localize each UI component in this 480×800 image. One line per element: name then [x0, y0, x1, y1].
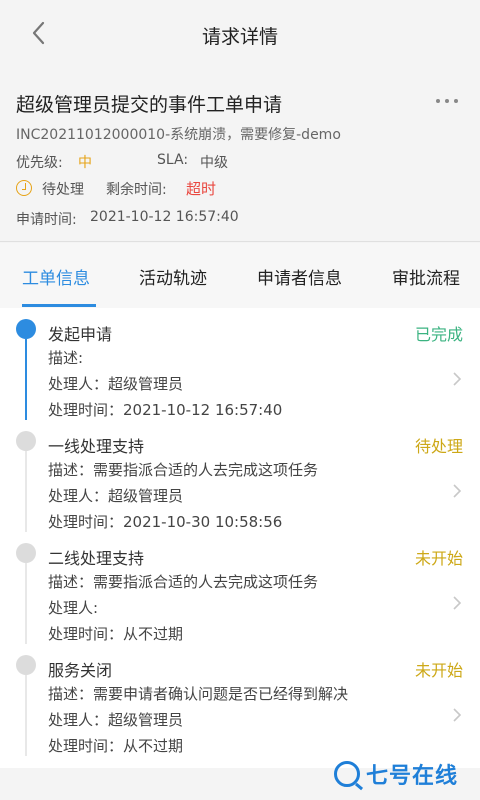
step-name: 二线处理支持 [48, 549, 145, 568]
workflow-step[interactable]: 一线处理支持 待处理 描述：需要指派合适的人去完成这项任务 处理人：超级管理员 … [0, 420, 480, 532]
more-menu-button[interactable] [436, 92, 466, 110]
step-handler: 处理人：超级管理员 [48, 375, 184, 393]
active-tab-indicator [22, 304, 96, 307]
step-dot-icon [16, 319, 36, 339]
step-time: 处理时间：2021-10-30 10:58:56 [48, 513, 283, 531]
watermark: 七号在线 [334, 758, 474, 790]
step-name: 服务关闭 [48, 661, 113, 680]
step-description: 描述: [48, 349, 84, 367]
page-title: 请求详情 [201, 26, 278, 48]
tab-approval-flow[interactable]: 审批流程 [392, 264, 460, 289]
step-time: 处理时间：从不过期 [48, 625, 184, 643]
more-dot-icon [454, 99, 458, 103]
step-time: 处理时间：2021-10-12 16:57:40 [48, 401, 283, 419]
remaining-time-label: 剩余时间: [106, 182, 167, 198]
workflow-step[interactable]: 发起申请 已完成 描述: 处理人：超级管理员 处理时间：2021-10-12 1… [0, 308, 480, 420]
apply-time-label: 申请时间: [16, 212, 77, 228]
priority-value: 中 [78, 155, 92, 171]
tab-requester-info[interactable]: 申请者信息 [257, 264, 342, 289]
watermark-logo-icon [334, 761, 360, 787]
step-status: 未开始 [414, 661, 463, 680]
chevron-right-icon[interactable] [452, 595, 462, 611]
apply-time-value: 2021-10-12 16:57:40 [90, 209, 239, 225]
request-summary: 超级管理员提交的事件工单申请 INC20211012000010-系统崩溃，需要… [0, 72, 480, 242]
priority-label: 优先级: [16, 155, 63, 171]
sla-label: SLA: [157, 152, 189, 168]
step-dot-icon [16, 543, 36, 563]
tab-bar: 工单信息 活动轨迹 申请者信息 审批流程 [0, 243, 480, 308]
sla-value: 中级 [200, 155, 228, 171]
step-dot-icon [16, 655, 36, 675]
request-title: 超级管理员提交的事件工单申请 [16, 94, 283, 116]
tab-ticket-info[interactable]: 工单信息 [22, 264, 90, 289]
watermark-text: 七号在线 [366, 764, 459, 789]
chevron-right-icon[interactable] [452, 707, 462, 723]
more-dot-icon [436, 99, 440, 103]
step-handler: 处理人: [48, 599, 99, 617]
tab-activity-trail[interactable]: 活动轨迹 [139, 264, 207, 289]
status-value: 待处理 [42, 182, 84, 198]
step-description: 描述：需要指派合适的人去完成这项任务 [48, 461, 319, 479]
step-description: 描述：需要申请者确认问题是否已经得到解决 [48, 685, 349, 703]
chevron-right-icon[interactable] [452, 483, 462, 499]
top-bar: 请求详情 [0, 0, 480, 72]
step-status: 已完成 [414, 325, 463, 344]
timeline-connector [25, 451, 27, 532]
step-name: 一线处理支持 [48, 437, 145, 456]
remaining-time-value: 超时 [186, 180, 217, 198]
step-dot-icon [16, 431, 36, 451]
chevron-right-icon[interactable] [452, 371, 462, 387]
more-dot-icon [445, 99, 449, 103]
step-status: 待处理 [414, 437, 463, 456]
step-status: 未开始 [414, 549, 463, 568]
step-time: 处理时间：从不过期 [48, 737, 184, 755]
request-subtitle: INC20211012000010-系统崩溃，需要修复-demo [16, 127, 341, 143]
step-handler: 处理人：超级管理员 [48, 711, 184, 729]
workflow-step[interactable]: 服务关闭 未开始 描述：需要申请者确认问题是否已经得到解决 处理人：超级管理员 … [0, 644, 480, 756]
workflow-step-list: 发起申请 已完成 描述: 处理人：超级管理员 处理时间：2021-10-12 1… [0, 308, 480, 768]
step-name: 发起申请 [48, 325, 113, 344]
timeline-connector [25, 339, 27, 420]
step-description: 描述：需要指派合适的人去完成这项任务 [48, 573, 319, 591]
timeline-connector [25, 563, 27, 644]
step-handler: 处理人：超级管理员 [48, 487, 184, 505]
pending-status-icon [16, 180, 32, 196]
workflow-step[interactable]: 二线处理支持 未开始 描述：需要指派合适的人去完成这项任务 处理人: 处理时间：… [0, 532, 480, 644]
timeline-connector [25, 675, 27, 756]
